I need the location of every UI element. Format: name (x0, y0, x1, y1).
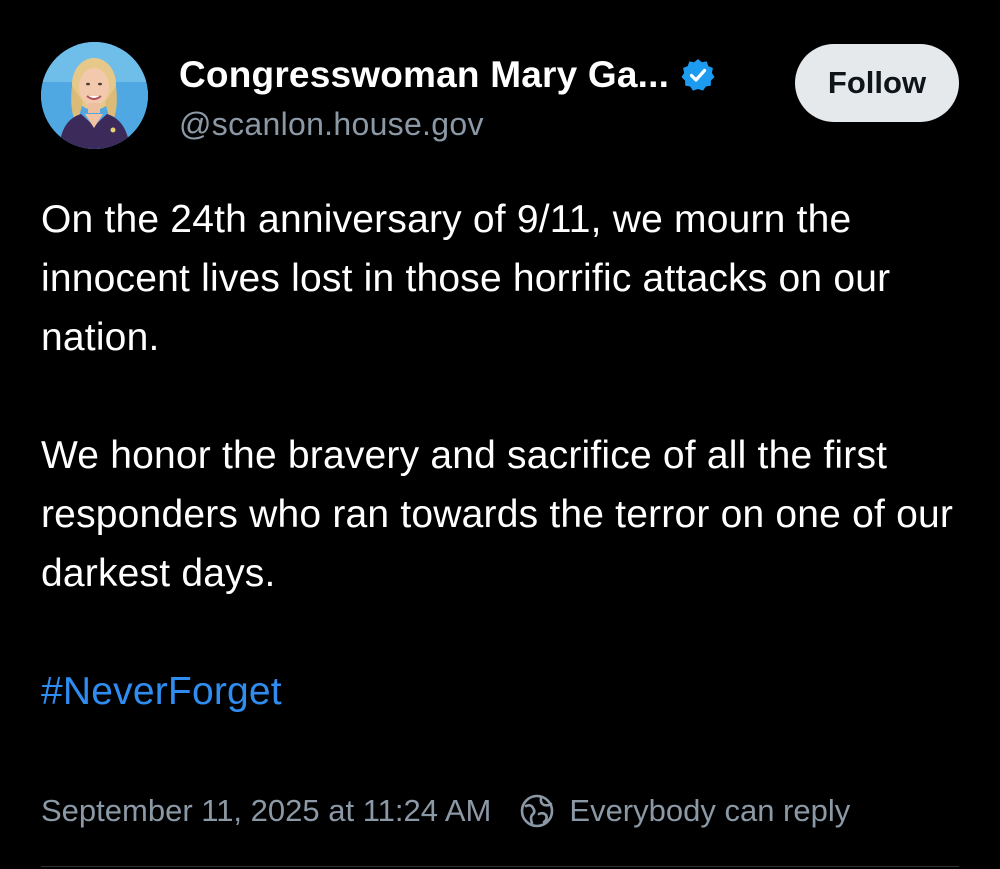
avatar-image (41, 42, 148, 149)
divider (41, 866, 959, 867)
post-body: On the 24th anniversary of 9/11, we mour… (41, 190, 971, 721)
author-block: Congresswoman Mary Ga... @scanlon.house.… (179, 52, 779, 143)
post-timestamp[interactable]: September 11, 2025 at 11:24 AM (41, 793, 491, 829)
reply-setting[interactable]: Everybody can reply (569, 793, 850, 829)
name-row: Congresswoman Mary Ga... (179, 52, 779, 98)
hashtag-link[interactable]: #NeverForget (41, 670, 282, 713)
post-meta: September 11, 2025 at 11:24 AM Everybody… (41, 793, 850, 829)
avatar[interactable] (41, 42, 148, 149)
verified-badge-icon (681, 58, 715, 92)
post-paragraph-2: We honor the bravery and sacrifice of al… (41, 434, 954, 595)
follow-button[interactable]: Follow (795, 44, 959, 122)
post-card: Congresswoman Mary Ga... @scanlon.house.… (0, 0, 1000, 869)
author-handle[interactable]: @scanlon.house.gov (179, 106, 779, 143)
hashtag-line: #NeverForget (41, 662, 971, 721)
globe-icon (519, 793, 555, 829)
author-display-name[interactable]: Congresswoman Mary Ga... (179, 54, 669, 96)
post-paragraph-1: On the 24th anniversary of 9/11, we mour… (41, 198, 891, 359)
